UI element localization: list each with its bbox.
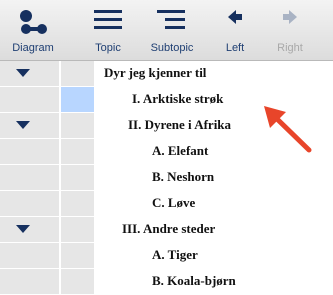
topic-label: Topic: [95, 42, 121, 54]
row-gutter[interactable]: [0, 87, 59, 113]
row-gutter[interactable]: [0, 61, 59, 87]
row-handle[interactable]: [61, 61, 94, 87]
row-text[interactable]: II. Dyrene i Afrika: [128, 117, 231, 133]
row-handle-selected[interactable]: [61, 87, 94, 113]
row-text[interactable]: A. Tiger: [152, 247, 198, 263]
row-text[interactable]: I. Arktiske strøk: [132, 91, 223, 107]
diagram-icon: [20, 10, 47, 34]
row-handle[interactable]: [61, 165, 94, 191]
row-handle[interactable]: [61, 113, 94, 139]
row-gutter[interactable]: [0, 139, 59, 165]
toolbar: Diagram Topic Subtopic Left Right: [0, 0, 333, 61]
row-gutter[interactable]: [0, 191, 59, 217]
annotation-arrow-icon: [264, 106, 312, 153]
row-handle[interactable]: [61, 217, 94, 243]
left-arrow-icon: [228, 10, 242, 24]
outline-row[interactable]: B. Neshorn: [0, 165, 333, 191]
outline-row[interactable]: B. Koala-bjørn: [0, 269, 333, 295]
subtopic-icon: [157, 10, 185, 29]
row-gutter[interactable]: [0, 217, 59, 243]
outline-row[interactable]: A. Tiger: [0, 243, 333, 269]
outline-row[interactable]: Dyr jeg kjenner til: [0, 61, 333, 87]
subtopic-button[interactable]: Subtopic: [144, 0, 200, 60]
row-text[interactable]: C. Løve: [152, 195, 195, 211]
row-text[interactable]: Dyr jeg kjenner til: [104, 65, 206, 81]
row-gutter[interactable]: [0, 269, 59, 295]
outline-view: Dyr jeg kjenner til I. Arktiske strøk II…: [0, 61, 333, 295]
disclosure-triangle-icon[interactable]: [16, 225, 30, 233]
topic-button[interactable]: Topic: [88, 0, 128, 60]
disclosure-triangle-icon[interactable]: [16, 121, 30, 129]
subtopic-label: Subtopic: [150, 42, 194, 54]
topic-icon: [94, 10, 122, 29]
row-handle[interactable]: [61, 243, 94, 269]
diagram-button[interactable]: Diagram: [0, 0, 66, 60]
right-button[interactable]: Right: [270, 0, 310, 60]
left-button[interactable]: Left: [218, 0, 252, 60]
right-label: Right: [277, 42, 303, 54]
row-handle[interactable]: [61, 269, 94, 295]
row-text[interactable]: A. Elefant: [152, 143, 208, 159]
row-handle[interactable]: [61, 139, 94, 165]
disclosure-triangle-icon[interactable]: [16, 69, 30, 77]
left-label: Left: [225, 42, 245, 54]
row-gutter[interactable]: [0, 113, 59, 139]
row-gutter[interactable]: [0, 243, 59, 269]
diagram-label: Diagram: [12, 42, 54, 54]
row-text[interactable]: B. Neshorn: [152, 169, 214, 185]
right-arrow-icon: [283, 10, 297, 24]
outline-row[interactable]: C. Løve: [0, 191, 333, 217]
row-text[interactable]: III. Andre steder: [122, 221, 215, 237]
row-gutter[interactable]: [0, 165, 59, 191]
row-handle[interactable]: [61, 191, 94, 217]
outline-row[interactable]: III. Andre steder: [0, 217, 333, 243]
